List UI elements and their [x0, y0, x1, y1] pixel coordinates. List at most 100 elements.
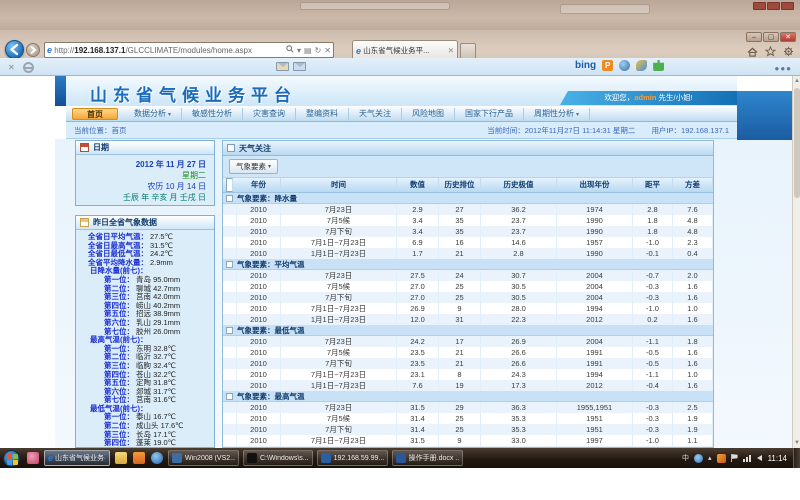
- background-window: [560, 4, 650, 14]
- table-cell: 7月1日~7月23日: [281, 435, 397, 446]
- nav-item-1[interactable]: 首页: [72, 108, 118, 120]
- table-row[interactable]: 20107月23日31.52936.31955,1951-0.32.5: [223, 402, 713, 413]
- start-button[interactable]: [3, 450, 20, 467]
- blocked-content-icon[interactable]: [23, 62, 34, 73]
- table-row[interactable]: 20107月1日~7月23日23.1824.31994-1.11.0: [223, 369, 713, 380]
- table-row[interactable]: 20107月5候3.43523.719901.84.8: [223, 215, 713, 226]
- hidden-icons-arrow[interactable]: ▴: [708, 454, 712, 462]
- mail-icon[interactable]: [293, 62, 306, 71]
- tray-app-icon[interactable]: [717, 454, 726, 463]
- taskbar-app-button[interactable]: Win2008 (VS2...: [168, 450, 239, 466]
- group-header-row[interactable]: 气象要素：平均气温: [223, 259, 713, 270]
- table-row[interactable]: 20107月1日~7月23日6.91614.61957-1.02.3: [223, 237, 713, 248]
- taskbar-app-button[interactable]: 操作手册.docx ...: [392, 450, 463, 466]
- taskbar-clock[interactable]: 11:14: [768, 454, 787, 463]
- toolbar-close-icon[interactable]: ✕: [8, 63, 15, 72]
- nav-item-3[interactable]: 敏感性分析: [182, 108, 243, 120]
- table-row[interactable]: 20107月1日~7月23日31.5933.01997-1.01.1: [223, 435, 713, 446]
- group-checkbox[interactable]: [226, 393, 233, 400]
- table-body: 气象要素：降水量20107月23日2.92736.219742.87.62010…: [223, 193, 713, 448]
- group-header-row[interactable]: 气象要素：最高气温: [223, 391, 713, 402]
- group-header-row[interactable]: 气象要素：降水量: [223, 193, 713, 204]
- row-spacer: [223, 402, 237, 413]
- pinned-app-icon[interactable]: [27, 452, 39, 464]
- row-spacer: [223, 358, 237, 369]
- table-cell: 24.2: [397, 336, 439, 347]
- maximize-button[interactable]: ▢: [763, 32, 779, 42]
- show-desktop-button[interactable]: [793, 448, 800, 468]
- vertical-scrollbar[interactable]: ▲ ▼: [792, 76, 800, 448]
- compatibility-view-icon[interactable]: ▤: [304, 46, 312, 55]
- table-cell: 1974: [557, 204, 633, 215]
- minimize-button[interactable]: –: [746, 32, 762, 42]
- nav-item-4[interactable]: 灾害查询: [243, 108, 296, 120]
- table-row[interactable]: 20101月1日~7月23日1.7212.81990-0.10.4: [223, 248, 713, 259]
- toolbar-overflow-icon[interactable]: ●●●: [775, 64, 793, 73]
- scroll-down-icon[interactable]: ▼: [793, 438, 800, 448]
- nav-item-2[interactable]: 数据分析▾: [124, 108, 182, 120]
- nav-item-5[interactable]: 整编资料: [296, 108, 349, 120]
- ie-taskbar-button[interactable]: e 山东省气候业务平...: [44, 450, 110, 466]
- table-row[interactable]: 20107月下旬3.43523.719901.84.8: [223, 226, 713, 237]
- messenger-icon[interactable]: [619, 60, 630, 71]
- table-cell: 17: [439, 336, 481, 347]
- nav-item-9[interactable]: 周期性分析▾: [524, 108, 590, 120]
- table-cell: 19: [439, 380, 481, 391]
- group-checkbox[interactable]: [226, 327, 233, 334]
- volume-icon[interactable]: [757, 455, 762, 461]
- tab-title[interactable]: 山东省气候业务平...: [363, 45, 448, 56]
- table-row[interactable]: 20107月5候27.02530.52004-0.31.6: [223, 281, 713, 292]
- nav-item-8[interactable]: 国家下行产品: [455, 108, 524, 120]
- table-row[interactable]: 20101月1日~7月23日12.03122.320120.21.6: [223, 314, 713, 325]
- bing-logo[interactable]: bing: [575, 60, 596, 71]
- autocomplete-dropdown-icon[interactable]: ▾: [297, 46, 301, 55]
- network-icon[interactable]: [743, 455, 752, 462]
- folder-icon[interactable]: [115, 452, 127, 464]
- nav-item-7[interactable]: 风险地图: [402, 108, 455, 120]
- table-row[interactable]: 20107月下旬23.52126.61991-0.51.6: [223, 358, 713, 369]
- back-button[interactable]: [5, 40, 24, 59]
- nav-item-6[interactable]: 天气关注: [349, 108, 402, 120]
- puzzle-addon-icon[interactable]: [653, 60, 664, 71]
- tray-app-icon[interactable]: [694, 454, 703, 463]
- stop-icon[interactable]: ✕: [324, 46, 331, 55]
- action-center-flag-icon[interactable]: [731, 454, 738, 462]
- taskbar-app-button[interactable]: 192.168.59.99...: [317, 450, 388, 466]
- url-text[interactable]: http://192.168.137.1/GLCCLIMATE/modules/…: [54, 46, 283, 55]
- scroll-up-icon[interactable]: ▲: [793, 76, 800, 86]
- table-row[interactable]: 20107月1日~7月23日26.9928.01994-1.01.0: [223, 303, 713, 314]
- address-bar[interactable]: e http://192.168.137.1/GLCCLIMATE/module…: [44, 42, 334, 58]
- select-all-checkbox[interactable]: [226, 178, 233, 192]
- element-filter-button[interactable]: 气象要素▾: [229, 159, 278, 174]
- forward-button[interactable]: [26, 43, 40, 57]
- solar-date: 2012 年 11 月 27 日: [76, 159, 206, 170]
- group-header-row[interactable]: 气象要素：最低气温: [223, 325, 713, 336]
- ime-indicator[interactable]: 中: [682, 453, 689, 463]
- tab-close-icon[interactable]: ✕: [448, 46, 454, 55]
- new-tab-button[interactable]: [460, 43, 476, 59]
- table-row[interactable]: 20107月23日24.21726.92004-1.11.8: [223, 336, 713, 347]
- table-row[interactable]: 20107月5候23.52126.61991-0.51.6: [223, 347, 713, 358]
- table-row[interactable]: 20107月下旬27.02530.52004-0.31.6: [223, 292, 713, 303]
- close-button[interactable]: ✕: [780, 32, 796, 42]
- forward-arrow-icon: [27, 44, 39, 56]
- refresh-icon[interactable]: ↻: [315, 46, 322, 55]
- table-row[interactable]: 20107月23日27.52430.72004-0.72.0: [223, 270, 713, 281]
- bing-p-icon[interactable]: P: [602, 60, 613, 71]
- browser-tab[interactable]: e 山东省气候业务平... ✕: [352, 40, 458, 60]
- table-row[interactable]: 20107月下旬31.42535.31951-0.31.9: [223, 424, 713, 435]
- table-row[interactable]: 20101月1日~7月23日7.61917.32012-0.41.6: [223, 380, 713, 391]
- group-checkbox[interactable]: [226, 261, 233, 268]
- mail-icon[interactable]: [276, 62, 289, 71]
- camera-icon[interactable]: [636, 60, 647, 71]
- taskbar-app-button[interactable]: C:\Windows\s...: [243, 450, 313, 466]
- table-cell: 30.7: [481, 270, 557, 281]
- table-row[interactable]: 20107月23日2.92736.219742.87.6: [223, 204, 713, 215]
- pinned-app-icon[interactable]: [133, 452, 145, 464]
- lunar-date: 农历 10 月 14 日: [76, 181, 206, 192]
- table-row[interactable]: 20107月5候31.42535.31951-0.31.9: [223, 413, 713, 424]
- search-icon[interactable]: [286, 45, 294, 55]
- scrollbar-thumb[interactable]: [794, 88, 800, 198]
- media-player-icon[interactable]: [151, 452, 163, 464]
- group-checkbox[interactable]: [226, 195, 233, 202]
